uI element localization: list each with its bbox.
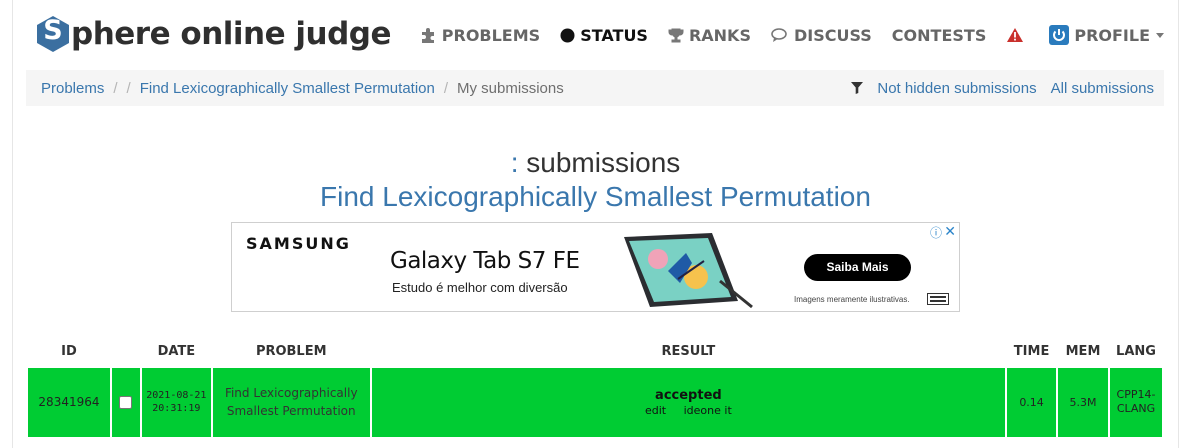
breadcrumb-separator: /	[113, 79, 118, 97]
warning-icon	[1006, 27, 1024, 43]
not-hidden-submissions-link[interactable]: Not hidden submissions	[877, 80, 1036, 97]
submission-time: 0.14	[1005, 364, 1059, 439]
nav-problems[interactable]: PROBLEMS	[421, 26, 540, 45]
page-title: : submissions	[510, 147, 681, 178]
nav-status[interactable]: STATUS	[560, 26, 648, 45]
ad-tagline: Estudo é melhor com diversão	[392, 280, 568, 295]
submissions-table: ID DATE PROBLEM RESULT TIME MEM LANG 283…	[26, 338, 1165, 439]
nav-profile[interactable]: PROFILE	[1049, 25, 1164, 45]
select-cell	[109, 364, 142, 439]
column-header-id: ID	[61, 344, 77, 360]
table-header-row: ID DATE PROBLEM RESULT TIME MEM LANG	[27, 338, 1163, 366]
chevron-down-icon	[1156, 32, 1164, 38]
advertisement-banner[interactable]: SAMSUNG Galaxy Tab S7 FE Estudo é melhor…	[231, 222, 960, 312]
submission-problem-link[interactable]: Find Lexicographically Smallest Permutat…	[210, 364, 372, 439]
breadcrumb-separator: /	[443, 79, 449, 97]
breadcrumb: Problems / / Find Lexicographically Smal…	[26, 70, 1164, 106]
submission-id[interactable]: 28341964	[26, 364, 112, 439]
problem-title-link[interactable]: Find Lexicographically Smallest Permutat…	[0, 180, 1191, 214]
page-title-block: : submissions Find Lexicographically Sma…	[0, 146, 1191, 214]
filter-icon	[851, 82, 864, 94]
rating-badge-icon	[927, 292, 949, 310]
main-nav: PROBLEMS STATUS RANKS DISCUSS CONTESTS P…	[401, 22, 1164, 48]
logo-hexagon-icon: S	[36, 15, 70, 53]
chat-icon	[771, 27, 789, 43]
column-header-problem: PROBLEM	[255, 344, 327, 360]
ad-close-icon[interactable]: ✕	[944, 223, 956, 240]
submission-result: accepted edit ideone it	[369, 364, 1008, 439]
ad-disclaimer: Imagens meramente ilustrativas.	[794, 295, 910, 304]
column-header-select	[111, 338, 141, 366]
nav-alerts[interactable]	[1006, 27, 1029, 43]
all-submissions-link[interactable]: All submissions	[1051, 80, 1154, 97]
submission-lang: CPP14- CLANG	[1107, 364, 1165, 439]
edit-link[interactable]: edit	[645, 404, 666, 417]
site-logo[interactable]: S phere online judge	[36, 14, 392, 54]
column-header-lang: LANG	[1116, 344, 1156, 360]
result-status: accepted	[655, 387, 722, 403]
logo-text: phere online judge	[71, 16, 392, 52]
submission-date: 2021-08-21 20:31:19	[139, 364, 213, 439]
table-row: 28341964 2021-08-21 20:31:19 Find Lexico…	[26, 364, 1165, 439]
breadcrumb-separator: /	[126, 79, 131, 97]
breadcrumb-problems-link[interactable]: Problems	[41, 80, 104, 97]
breadcrumb-problem-link[interactable]: Find Lexicographically Smallest Permutat…	[140, 80, 435, 97]
column-header-date: DATE	[157, 344, 196, 360]
nav-ranks[interactable]: RANKS	[668, 26, 751, 45]
power-icon	[1049, 25, 1070, 45]
row-checkbox[interactable]	[119, 396, 133, 409]
breadcrumb-current: My submissions	[457, 79, 564, 97]
column-header-time: TIME	[1013, 344, 1050, 360]
submission-mem: 5.3M	[1056, 364, 1110, 439]
column-header-result: RESULT	[661, 344, 716, 360]
column-header-mem: MEM	[1065, 344, 1101, 360]
ad-info-icon[interactable]: ⓘ	[930, 224, 942, 241]
ideone-link[interactable]: ideone it	[684, 404, 732, 417]
status-dot-icon	[560, 28, 575, 43]
trophy-icon	[668, 28, 684, 43]
ad-product: Galaxy Tab S7 FE	[390, 248, 580, 274]
tablet-image	[620, 231, 760, 311]
puzzle-icon	[421, 27, 437, 43]
lang-part-1: CPP14-	[1116, 388, 1156, 402]
nav-discuss[interactable]: DISCUSS	[771, 26, 872, 45]
ad-brand: SAMSUNG	[246, 234, 351, 253]
ad-cta-button[interactable]: Saiba Mais	[804, 254, 911, 281]
lang-part-2: CLANG	[1116, 402, 1156, 416]
nav-contests[interactable]: CONTESTS	[892, 26, 987, 45]
